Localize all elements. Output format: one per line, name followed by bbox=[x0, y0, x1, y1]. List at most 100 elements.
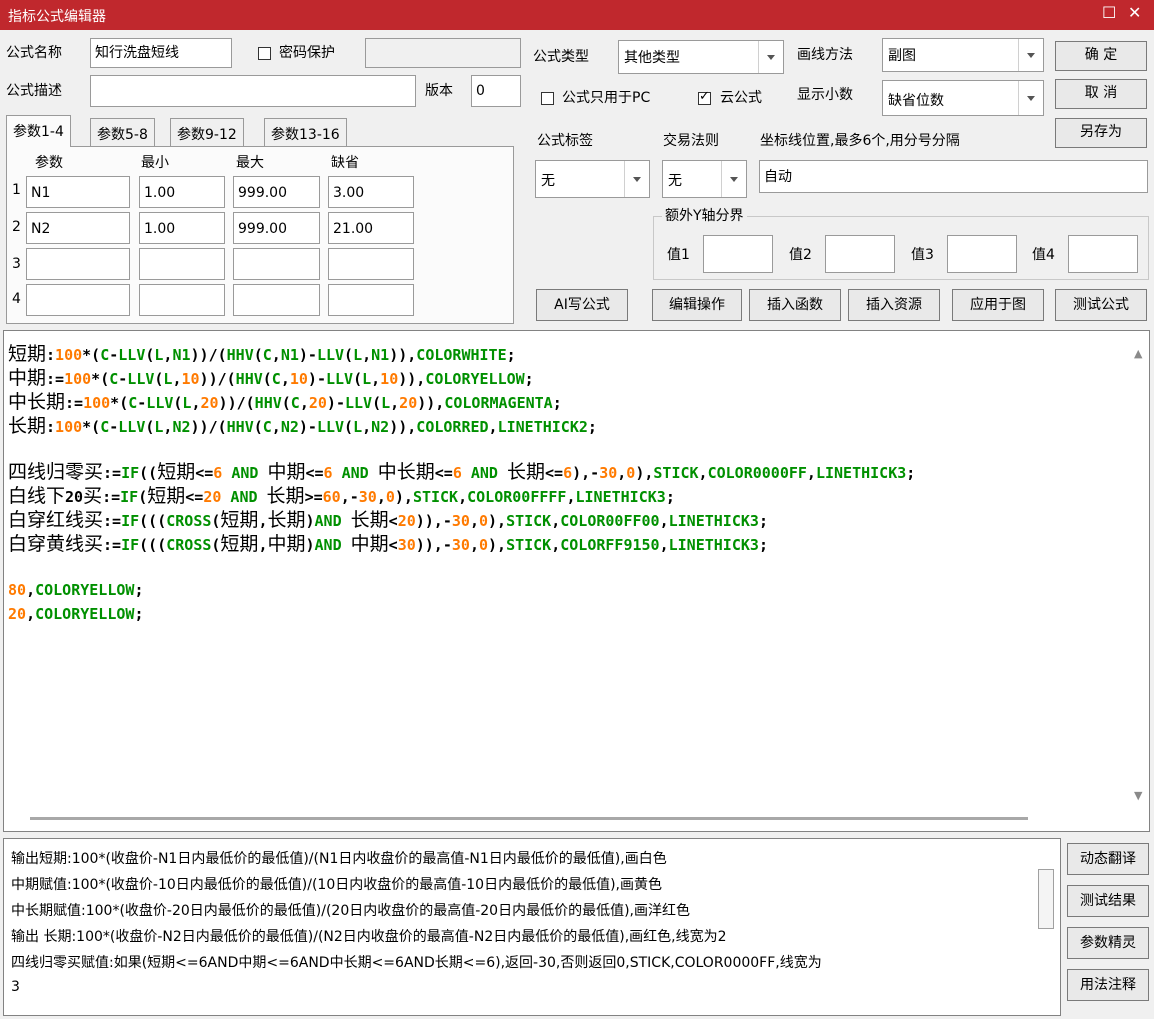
name-label: 公式名称 bbox=[6, 45, 62, 61]
tab-params-1-4[interactable]: 参数1-4 bbox=[6, 115, 71, 147]
test-formula-button[interactable]: 测试公式 bbox=[1055, 289, 1147, 321]
code-token: AND bbox=[470, 464, 498, 482]
code-token: 短期 bbox=[8, 343, 47, 365]
param-default-field[interactable]: 3.00 bbox=[328, 176, 414, 208]
code-line: 短期:100*(C-LLV(L,N1))/(HHV(C,N1)-LLV(L,N1… bbox=[8, 343, 516, 366]
param-min-field[interactable]: 1.00 bbox=[139, 176, 225, 208]
code-token: )) bbox=[398, 370, 417, 388]
code-token: STICK bbox=[506, 512, 552, 530]
code-token: >= bbox=[304, 488, 323, 506]
param-max-field[interactable] bbox=[233, 284, 320, 316]
code-token: , bbox=[299, 394, 309, 412]
param-wizard-button[interactable]: 参数精灵 bbox=[1067, 927, 1149, 959]
save-as-button[interactable]: 另存为 bbox=[1055, 118, 1147, 148]
cloud-checkbox[interactable] bbox=[698, 89, 711, 105]
param-name-field[interactable] bbox=[26, 284, 130, 316]
tab-params-5-8[interactable]: 参数5-8 bbox=[90, 118, 155, 146]
usage-notes-button[interactable]: 用法注释 bbox=[1067, 969, 1149, 1001]
param-name-field[interactable]: N1 bbox=[26, 176, 130, 208]
y1-field[interactable] bbox=[703, 235, 773, 273]
password-checkbox[interactable] bbox=[258, 47, 271, 60]
param-row-index: 4 bbox=[12, 291, 21, 307]
close-icon[interactable]: ✕ bbox=[1128, 3, 1141, 22]
description-line: 四线归零买赋值:如果(短期<=6AND中期<=6AND中长期<=6AND长期<=… bbox=[11, 955, 822, 971]
code-token: 长期 bbox=[267, 509, 306, 531]
code-line: 中期:=100*(C-LLV(L,10))/(HHV(C,10)-LLV(L,1… bbox=[8, 367, 534, 390]
code-token: ( bbox=[344, 346, 354, 364]
y3-field[interactable] bbox=[947, 235, 1017, 273]
tag-select[interactable]: 无 bbox=[535, 160, 650, 198]
apply-to-chart-button[interactable]: 应用于图 bbox=[952, 289, 1044, 321]
cancel-button[interactable]: 取 消 bbox=[1055, 79, 1147, 109]
code-token: := bbox=[102, 488, 121, 506]
param-max-field[interactable] bbox=[233, 248, 320, 280]
code-token: ; bbox=[906, 464, 916, 482]
param-min-field[interactable] bbox=[139, 248, 225, 280]
ai-formula-button[interactable]: AI写公式 bbox=[536, 289, 628, 321]
code-token: HHV bbox=[235, 370, 263, 388]
code-token: 中长期 bbox=[8, 391, 66, 413]
code-token: LLV bbox=[316, 346, 345, 364]
code-token: <= bbox=[545, 464, 564, 482]
vertical-scrollbar[interactable]: ▲ ▼ bbox=[1130, 341, 1149, 811]
scroll-down-icon[interactable]: ▼ bbox=[1134, 789, 1142, 802]
maximize-icon[interactable]: ☐ bbox=[1102, 3, 1116, 22]
code-token: *( bbox=[110, 394, 129, 412]
param-default-field[interactable]: 21.00 bbox=[328, 212, 414, 244]
pc-only-checkbox[interactable] bbox=[541, 92, 554, 105]
scroll-up-icon[interactable]: ▲ bbox=[1134, 347, 1142, 360]
ok-button[interactable]: 确 定 bbox=[1055, 41, 1147, 71]
tab-params-9-12[interactable]: 参数9-12 bbox=[170, 118, 244, 146]
insert-resource-button[interactable]: 插入资源 bbox=[848, 289, 940, 321]
formula-editor[interactable]: 短期:100*(C-LLV(L,N1))/(HHV(C,N1)-LLV(L,N1… bbox=[3, 330, 1150, 832]
password-field[interactable] bbox=[365, 38, 521, 68]
description-scrollbar[interactable] bbox=[1038, 869, 1054, 929]
dynamic-translate-button[interactable]: 动态翻译 bbox=[1067, 843, 1149, 875]
param-min-field[interactable] bbox=[139, 284, 225, 316]
param-min-field[interactable]: 1.00 bbox=[139, 212, 225, 244]
param-name-field[interactable] bbox=[26, 248, 130, 280]
rule-select[interactable]: 无 bbox=[662, 160, 747, 198]
param-name-field[interactable]: N2 bbox=[26, 212, 130, 244]
code-token: 30 bbox=[451, 512, 470, 530]
version-field[interactable]: 0 bbox=[471, 75, 521, 107]
type-select[interactable]: 其他类型 bbox=[618, 40, 784, 74]
code-line: 中长期:=100*(C-LLV(L,20))/(HHV(C,20)-LLV(L,… bbox=[8, 391, 562, 414]
test-result-button[interactable]: 测试结果 bbox=[1067, 885, 1149, 917]
code-token: , bbox=[659, 512, 669, 530]
code-token: AND bbox=[231, 464, 259, 482]
code-token: 20 bbox=[203, 488, 222, 506]
tab-params-13-16[interactable]: 参数13-16 bbox=[264, 118, 347, 146]
code-token: , bbox=[362, 418, 372, 436]
code-token: ; bbox=[134, 605, 144, 623]
edit-ops-button[interactable]: 编辑操作 bbox=[652, 289, 742, 321]
insert-function-button[interactable]: 插入函数 bbox=[749, 289, 841, 321]
code-token: IF bbox=[121, 512, 140, 530]
param-max-field[interactable]: 999.00 bbox=[233, 176, 320, 208]
code-token: IF bbox=[120, 488, 139, 506]
axis-field[interactable]: 自动 bbox=[759, 160, 1148, 193]
param-header-max: 最大 bbox=[236, 155, 264, 171]
draw-select[interactable]: 副图 bbox=[882, 38, 1044, 72]
param-default-field[interactable] bbox=[328, 248, 414, 280]
code-token: ; bbox=[506, 346, 516, 364]
code-token: LINETHICK3 bbox=[668, 512, 759, 530]
code-token: C bbox=[262, 418, 272, 436]
name-field[interactable]: 知行洗盘短线 bbox=[90, 38, 232, 68]
param-default-field[interactable] bbox=[328, 284, 414, 316]
param-max-field[interactable]: 999.00 bbox=[233, 212, 320, 244]
y2-field[interactable] bbox=[825, 235, 895, 273]
code-token: ( bbox=[372, 394, 382, 412]
desc-field[interactable] bbox=[90, 75, 416, 107]
draw-label: 画线方法 bbox=[797, 47, 853, 63]
code-token: AND bbox=[230, 488, 258, 506]
code-token: 20 bbox=[399, 394, 418, 412]
code-line: 白穿黄线买:=IF(((CROSS(短期,中期)AND 中期<30)),-30,… bbox=[8, 533, 768, 556]
code-token: C bbox=[262, 346, 272, 364]
code-token: LINETHICK3 bbox=[668, 536, 759, 554]
y4-field[interactable] bbox=[1068, 235, 1138, 273]
decimal-select[interactable]: 缺省位数 bbox=[882, 80, 1044, 116]
horizontal-scrollbar[interactable] bbox=[30, 817, 1028, 820]
code-token: , bbox=[469, 512, 479, 530]
